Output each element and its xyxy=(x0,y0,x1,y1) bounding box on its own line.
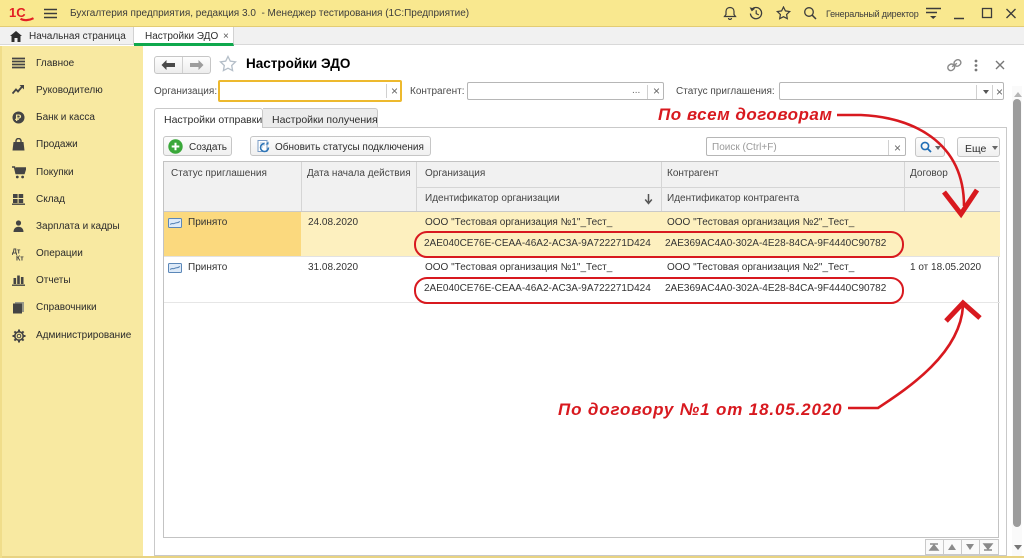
svg-text:Дт: Дт xyxy=(12,249,21,256)
svg-text:1С: 1С xyxy=(9,5,26,20)
svg-text:Р: Р xyxy=(15,113,21,123)
svg-text:Кт: Кт xyxy=(16,256,24,262)
